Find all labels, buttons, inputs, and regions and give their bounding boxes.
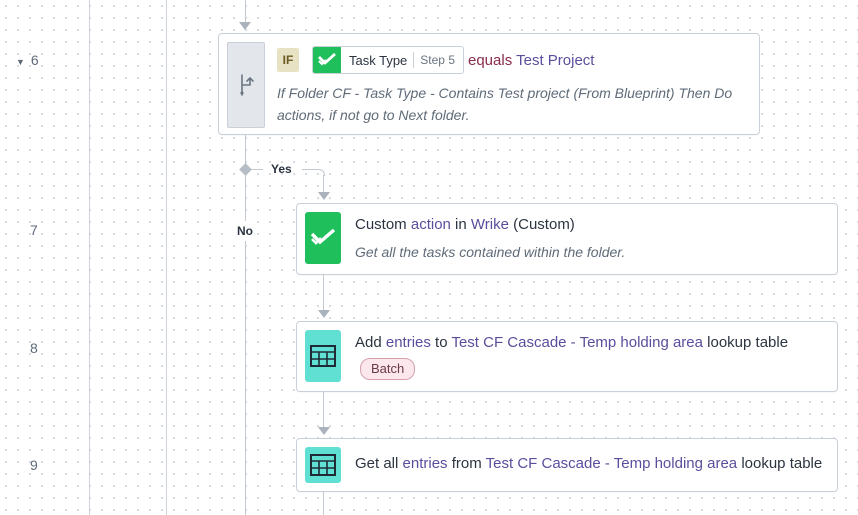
step7-card[interactable]: Custom action in Wrike (Custom) Get all …: [296, 203, 838, 275]
step7-title: Custom action in Wrike (Custom): [355, 216, 575, 233]
step-number-7: 7: [30, 222, 38, 238]
table-icon: [305, 330, 341, 382]
step9-card[interactable]: Get all entries from Test CF Cascade - T…: [296, 438, 838, 492]
arrow-into-step7: [318, 192, 330, 200]
if-condition-card[interactable]: IF Task Type Step 5 equals Test Project …: [218, 33, 760, 135]
step-number-8: 8: [30, 340, 38, 356]
arrow-into-step9: [318, 427, 330, 435]
connector-7-8: [323, 274, 324, 310]
connector-yes-v: [323, 175, 324, 192]
if-badge: IF: [277, 48, 299, 72]
step8-title: Add entries to Test CF Cascade - Temp ho…: [355, 334, 789, 351]
caret-down-icon[interactable]: ▼: [16, 57, 25, 67]
step-number-6[interactable]: ▼ 6: [16, 52, 56, 68]
table-icon: [305, 447, 341, 483]
arrow-into-step8: [318, 310, 330, 318]
step8-card[interactable]: Add entries to Test CF Cascade - Temp ho…: [296, 321, 838, 392]
step-number-9: 9: [30, 457, 38, 473]
connector-yes-curve: [318, 169, 325, 176]
wrike-link[interactable]: Wrike: [471, 216, 509, 233]
gutter-divider-left: [89, 0, 90, 515]
field-step: Step 5: [413, 52, 463, 68]
lookup-table-link[interactable]: Test CF Cascade - Temp holding area: [486, 455, 738, 472]
connector-top: [245, 0, 246, 22]
batch-badge: Batch: [360, 358, 416, 380]
wrike-check-icon: [305, 212, 341, 264]
wrike-check-icon: [313, 47, 341, 73]
gutter-divider-right: [166, 0, 167, 515]
field-reference-pill[interactable]: Task Type Step 5: [312, 46, 464, 74]
condition-expression: equals Test Project: [468, 52, 594, 69]
yes-branch-label: Yes: [271, 162, 292, 176]
entries-link[interactable]: entries: [386, 334, 431, 351]
condition-value: Test Project: [516, 52, 595, 69]
connector-yes-h: [251, 169, 263, 170]
no-branch-label: No: [233, 221, 257, 241]
action-link[interactable]: action: [411, 216, 451, 233]
step7-subtitle: Get all the tasks contained within the f…: [355, 244, 626, 260]
entries-link[interactable]: entries: [403, 455, 448, 472]
branch-node: [239, 163, 252, 176]
field-name: Task Type: [349, 52, 408, 68]
connector-after-9: [323, 491, 324, 515]
arrow-into-if: [239, 22, 251, 30]
branch-icon: [240, 74, 254, 96]
connector-if-out: [245, 134, 246, 164]
lookup-table-link[interactable]: Test CF Cascade - Temp holding area: [451, 334, 703, 351]
branch-icon-panel: [227, 42, 265, 128]
condition-operator: equals: [468, 52, 513, 69]
connector-yes-h2: [302, 169, 318, 170]
connector-8-9: [323, 391, 324, 427]
condition-description: If Folder CF - Task Type - Contains Test…: [277, 85, 733, 123]
step9-title: Get all entries from Test CF Cascade - T…: [355, 455, 823, 472]
